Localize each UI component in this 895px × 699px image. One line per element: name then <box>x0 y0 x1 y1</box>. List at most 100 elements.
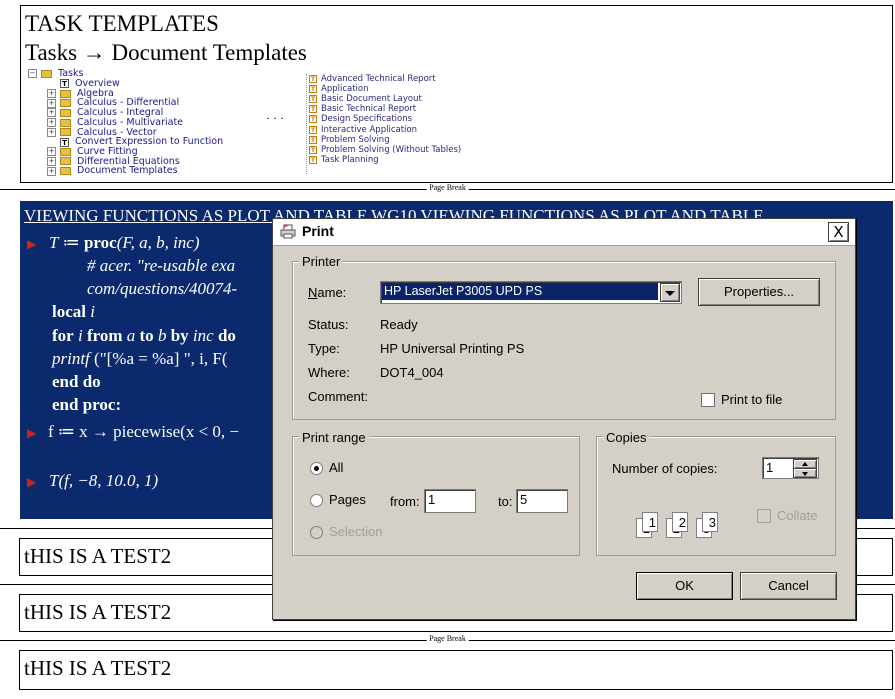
code-line[interactable]: com/questions/40074- <box>87 279 237 299</box>
spin-down-button[interactable] <box>793 468 817 478</box>
expand-icon[interactable]: + <box>47 127 56 137</box>
from-input[interactable]: 1 <box>424 489 476 513</box>
test-line-text: tHIS IS A TEST2 <box>24 656 172 680</box>
code-line[interactable]: f ≔ x → piecewise(x < 0, − <box>48 422 239 442</box>
status-label: Status: <box>308 317 349 332</box>
template-item[interactable]: T Problem Solving <box>309 135 390 145</box>
printer-group-label: Printer <box>299 254 344 269</box>
template-icon: T <box>309 75 317 83</box>
to-label: to: <box>498 494 513 509</box>
document-icon: T <box>60 137 69 147</box>
dialog-titlebar[interactable]: Print X <box>273 219 855 246</box>
chevron-down-icon <box>665 291 675 296</box>
folder-icon <box>60 118 71 127</box>
copies-value: 1 <box>766 460 774 475</box>
range-selection-radio[interactable] <box>310 526 323 539</box>
code-line[interactable]: printf ("[%a = %a] ", i, F( <box>52 349 228 369</box>
properties-button[interactable]: Properties... <box>698 278 820 306</box>
ellipsis-text: · · · <box>266 111 284 125</box>
code-line[interactable]: local i <box>52 302 95 322</box>
range-all-label[interactable]: All <box>329 460 343 475</box>
to-input[interactable]: 5 <box>516 489 568 513</box>
template-icon: T <box>309 115 317 124</box>
dialog-title: Print <box>302 223 334 239</box>
expand-icon[interactable]: + <box>47 147 56 157</box>
close-icon: X <box>833 223 844 241</box>
print-range-label: Print range <box>299 430 369 445</box>
exec-arrow-icon: ▶ <box>27 475 37 489</box>
test-line-text: tHIS IS A TEST2 <box>24 600 172 624</box>
range-pages-label[interactable]: Pages <box>329 492 366 507</box>
code-line[interactable]: T ≔ proc(F, a, b, inc) <box>49 233 200 253</box>
print-to-file-label[interactable]: Print to file <box>721 392 782 407</box>
template-icon: T <box>309 85 317 94</box>
expand-icon[interactable]: + <box>47 98 56 108</box>
template-item[interactable]: T Advanced Technical Report <box>309 74 436 84</box>
template-item[interactable]: T Interactive Application <box>309 125 417 135</box>
code-line[interactable]: # acer. "re-usable exa <box>87 256 235 276</box>
where-value: DOT4_004 <box>380 365 444 380</box>
print-dialog: Print X Printer Name: HP LaserJet P3005 … <box>272 218 856 620</box>
printer-icon <box>280 224 296 239</box>
code-line[interactable]: for i from a to b by inc do <box>52 326 236 346</box>
expand-icon[interactable]: + <box>47 108 56 118</box>
exec-arrow-icon: ▶ <box>27 426 37 440</box>
template-icon: T <box>309 105 317 114</box>
template-item-label: Application <box>321 84 369 95</box>
page-break: Page Break <box>0 183 895 192</box>
printer-name-select[interactable]: HP LaserJet P3005 UPD PS <box>380 281 682 304</box>
template-item-label: Interactive Application <box>321 124 417 135</box>
collate-label: Collate <box>777 508 818 523</box>
expand-icon[interactable]: + <box>47 156 56 166</box>
expand-icon[interactable]: + <box>47 118 56 128</box>
print-to-file-checkbox[interactable] <box>701 393 715 407</box>
folder-icon <box>60 128 71 137</box>
copies-label: Number of copies: <box>612 461 718 476</box>
test-line-text: tHIS IS A TEST2 <box>24 544 172 568</box>
template-item[interactable]: T Problem Solving (Without Tables) <box>309 145 461 155</box>
chevron-up-icon <box>802 462 808 466</box>
ok-button[interactable]: OK <box>636 572 733 600</box>
code-line[interactable]: end proc: <box>52 395 121 415</box>
type-label: Type: <box>308 341 340 356</box>
template-item[interactable]: T Design Specifications <box>309 114 412 124</box>
tree-item[interactable]: + Document Templates <box>47 166 178 176</box>
template-item[interactable]: T Task Planning <box>309 155 379 165</box>
chevron-down-icon <box>802 472 808 476</box>
dropdown-button[interactable] <box>660 283 680 302</box>
code-line[interactable]: end do <box>52 372 101 392</box>
template-item-label: Basic Document Layout <box>321 94 422 105</box>
code-line[interactable]: T(f, −8, 10.0, 1) <box>49 471 158 491</box>
folder-icon <box>60 147 71 156</box>
template-icon: T <box>309 135 317 144</box>
folder-icon <box>60 99 71 108</box>
name-label: Name: <box>308 285 347 300</box>
cancel-button[interactable]: Cancel <box>740 572 837 600</box>
template-item[interactable]: T Basic Technical Report <box>309 104 416 114</box>
status-value: Ready <box>380 317 418 332</box>
collate-checkbox[interactable] <box>757 509 771 523</box>
folder-icon <box>60 157 71 166</box>
range-pages-radio[interactable] <box>310 494 323 507</box>
range-all-radio[interactable] <box>310 462 323 475</box>
template-item[interactable]: T Basic Document Layout <box>309 94 422 104</box>
test-line-box[interactable]: tHIS IS A TEST2 <box>19 650 893 690</box>
folder-icon <box>60 167 71 176</box>
template-icon: T <box>309 125 317 134</box>
printer-name-value: HP LaserJet P3005 UPD PS <box>382 283 658 300</box>
template-item[interactable]: T Application <box>309 84 369 94</box>
close-button[interactable]: X <box>828 222 849 242</box>
template-icon: T <box>309 95 317 104</box>
section-subheading: Tasks → Document Templates <box>25 40 307 65</box>
expand-icon[interactable]: + <box>47 89 56 99</box>
range-selection-label: Selection <box>329 524 383 539</box>
copies-group-label: Copies <box>603 430 650 445</box>
template-item-label: Problem Solving (Without Tables) <box>321 144 462 155</box>
folder-icon <box>60 89 71 98</box>
document-icon: T <box>60 79 69 89</box>
template-icon: T <box>309 155 317 164</box>
expand-icon[interactable]: + <box>47 166 56 176</box>
collapse-icon[interactable]: − <box>28 69 37 79</box>
template-item-label: Design Specifications <box>321 114 413 125</box>
copies-spinner[interactable]: 1 <box>762 457 819 479</box>
